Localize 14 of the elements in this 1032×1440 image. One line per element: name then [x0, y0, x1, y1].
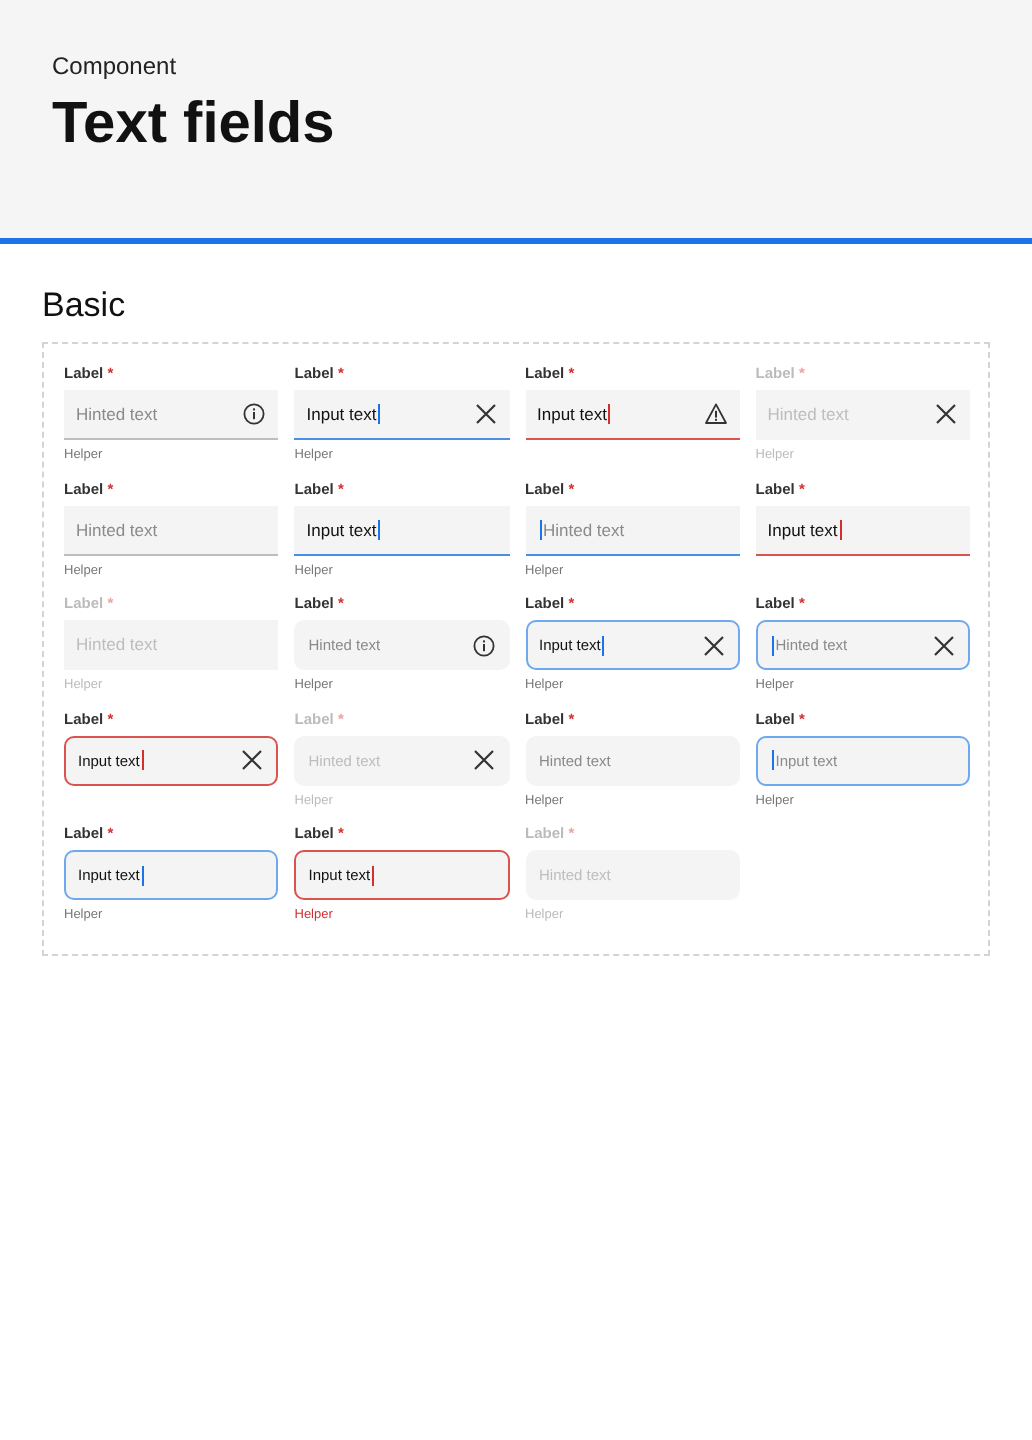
text-field[interactable]: Input text [294, 390, 509, 440]
text-field[interactable]: Hinted text [64, 390, 279, 440]
text-field[interactable]: Hinted text [64, 505, 279, 555]
clear-icon[interactable] [240, 748, 265, 772]
text-field[interactable]: Input text [294, 505, 509, 555]
clear-icon[interactable] [701, 633, 726, 657]
text-field[interactable]: Hinted text [525, 505, 740, 555]
clear-icon[interactable] [932, 633, 956, 657]
section-title: Basic [42, 286, 128, 326]
clear-icon[interactable] [473, 402, 497, 426]
page-eyebrow: Component [52, 52, 179, 80]
text-field[interactable]: Input text [755, 505, 970, 555]
page-title: Text fields [52, 92, 337, 158]
text-field[interactable]: Input text [525, 390, 740, 440]
